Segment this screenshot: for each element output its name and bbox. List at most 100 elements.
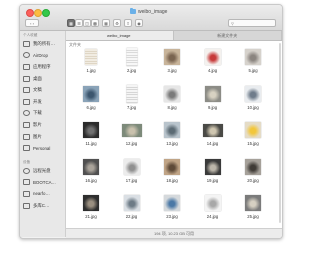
close-button[interactable] bbox=[26, 9, 34, 17]
file-item[interactable]: 23.jpg bbox=[152, 193, 192, 223]
file-item[interactable]: 3.jpg bbox=[152, 47, 192, 77]
file-item[interactable]: 22.jpg bbox=[112, 193, 152, 223]
sidebar-item-personal[interactable]: Personal bbox=[20, 142, 65, 154]
image-thumbnail-icon bbox=[164, 158, 180, 175]
search-field[interactable]: ⚲ bbox=[228, 19, 276, 27]
file-item[interactable]: 25.jpg bbox=[233, 193, 273, 223]
chevron-right-icon: › bbox=[32, 20, 34, 26]
file-item[interactable]: 24.jpg bbox=[193, 193, 233, 223]
image-thumbnail-icon bbox=[204, 49, 221, 65]
coverflow-icon: ▩ bbox=[93, 20, 97, 26]
file-name: 24.jpg bbox=[206, 214, 219, 219]
file-item[interactable]: 5.jpg bbox=[233, 47, 273, 77]
arrange-icon: ▦ bbox=[104, 20, 108, 26]
sidebar-item-downloads[interactable]: 下载 bbox=[20, 108, 65, 120]
back-forward-button[interactable]: ‹ › bbox=[25, 19, 39, 27]
file-item[interactable]: 8.jpg bbox=[152, 84, 192, 114]
arrange-button[interactable]: ▦ bbox=[102, 19, 110, 27]
file-item[interactable]: 11.jpg bbox=[71, 120, 111, 150]
column-view-button[interactable]: ◫ bbox=[83, 19, 91, 27]
image-thumbnail-icon bbox=[126, 48, 137, 66]
grid-icon: ▦ bbox=[69, 20, 73, 26]
tag-icon: ◉ bbox=[137, 20, 141, 26]
devices-heading: 设备 bbox=[23, 159, 31, 164]
cover-flow-button[interactable]: ▩ bbox=[91, 19, 99, 27]
title-bar: weibo_image ‹ › ▦ ☰ ◫ ▩ ▦ ⚙ ⇧ ◉ ⚲ bbox=[20, 5, 282, 31]
file-item[interactable]: 7.jpg bbox=[112, 84, 152, 114]
sidebar: 个人收藏 我的所有… AirDrop 应用程序 桌面 文稿 开发 下载 影片 图… bbox=[20, 31, 66, 237]
file-item[interactable]: 2.jpg bbox=[112, 47, 152, 77]
columns-icon: ◫ bbox=[85, 20, 89, 26]
favorites-heading: 个人收藏 bbox=[23, 33, 38, 37]
file-item[interactable]: 4.jpg bbox=[193, 47, 233, 77]
sidebar-item-nearfolder[interactable]: nearfo… bbox=[20, 188, 65, 200]
image-thumbnail-icon bbox=[202, 124, 223, 137]
file-name: 21.jpg bbox=[85, 214, 97, 219]
image-thumbnail-icon bbox=[85, 49, 97, 65]
file-name: 8.jpg bbox=[167, 104, 177, 110]
window-title: weibo_image bbox=[130, 7, 167, 16]
file-item[interactable]: 19.jpg bbox=[193, 157, 233, 187]
file-item[interactable]: 21.jpg bbox=[71, 193, 111, 223]
sidebar-item-movies[interactable]: 影片 bbox=[20, 119, 65, 131]
image-thumbnail-icon bbox=[126, 84, 137, 103]
tab-new-folder[interactable]: 新建文件夹 bbox=[174, 31, 282, 40]
sidebar-item-remote-disc[interactable]: 远程光盘 bbox=[20, 165, 65, 177]
folder-icon bbox=[23, 145, 30, 152]
minimize-button[interactable] bbox=[34, 9, 42, 17]
file-name: 15.jpg bbox=[247, 141, 259, 146]
image-thumbnail-icon bbox=[83, 158, 99, 175]
file-item[interactable]: 15.jpg bbox=[233, 120, 273, 150]
file-name: 20.jpg bbox=[247, 177, 259, 183]
file-item[interactable]: 12.jpg bbox=[112, 120, 152, 150]
status-bar: 194 项, 10.23 GB 可用 bbox=[66, 228, 282, 238]
sidebar-item-all-files[interactable]: 我的所有… bbox=[20, 38, 65, 50]
sidebar-item-applications[interactable]: 应用程序 bbox=[20, 61, 65, 73]
image-thumbnail-icon bbox=[204, 195, 221, 211]
drive-icon bbox=[23, 179, 30, 186]
file-item[interactable]: 17.jpg bbox=[112, 157, 152, 187]
image-thumbnail-icon bbox=[123, 195, 140, 211]
file-item[interactable]: 1.jpg bbox=[71, 47, 111, 77]
file-item[interactable]: 13.jpg bbox=[152, 120, 192, 150]
sidebar-item-desktop[interactable]: 桌面 bbox=[20, 73, 65, 85]
list-view-button[interactable]: ☰ bbox=[75, 19, 83, 27]
zoom-button[interactable] bbox=[42, 9, 50, 17]
action-button[interactable]: ⚙ bbox=[113, 19, 121, 27]
file-item[interactable]: 9.jpg bbox=[193, 84, 233, 114]
downloads-icon bbox=[23, 110, 30, 117]
sidebar-item-bootcamp[interactable]: BOOTCA… bbox=[20, 177, 65, 189]
gear-icon: ⚙ bbox=[115, 20, 119, 26]
file-item[interactable]: 6.jpg bbox=[71, 84, 111, 114]
file-name: 12.jpg bbox=[125, 141, 138, 146]
file-name: 10.jpg bbox=[247, 104, 259, 110]
file-name: 3.jpg bbox=[167, 68, 177, 73]
tags-button[interactable]: ◉ bbox=[135, 19, 143, 27]
file-name: 6.jpg bbox=[86, 104, 96, 110]
file-name: 2.jpg bbox=[126, 68, 137, 73]
image-thumbnail-icon bbox=[245, 195, 261, 211]
finder-window: weibo_image ‹ › ▦ ☰ ◫ ▩ ▦ ⚙ ⇧ ◉ ⚲ weibo_… bbox=[19, 4, 283, 239]
file-item[interactable]: 20.jpg bbox=[233, 157, 273, 187]
share-button[interactable]: ⇧ bbox=[124, 19, 132, 27]
file-item[interactable]: 18.jpg bbox=[152, 157, 192, 187]
sidebar-item-library[interactable]: 多库C… bbox=[20, 200, 65, 212]
share-icon: ⇧ bbox=[126, 20, 130, 26]
documents-icon bbox=[23, 87, 30, 94]
image-thumbnail-icon bbox=[204, 158, 221, 175]
tab-weibo-image[interactable]: weibo_image bbox=[65, 31, 174, 40]
file-item[interactable]: 14.jpg bbox=[193, 120, 233, 150]
airdrop-icon bbox=[23, 52, 30, 59]
file-item[interactable]: 10.jpg bbox=[233, 84, 273, 114]
image-thumbnail-icon bbox=[204, 85, 221, 102]
pictures-icon bbox=[23, 133, 30, 140]
sidebar-item-documents[interactable]: 文稿 bbox=[20, 84, 65, 96]
sidebar-item-pictures[interactable]: 图片 bbox=[20, 131, 65, 143]
icon-view-button[interactable]: ▦ bbox=[67, 19, 75, 27]
sidebar-item-develop[interactable]: 开发 bbox=[20, 96, 65, 108]
vertical-scrollbar[interactable] bbox=[279, 43, 281, 223]
file-item[interactable]: 16.jpg bbox=[71, 157, 111, 187]
movies-icon bbox=[23, 121, 30, 128]
sidebar-item-airdrop[interactable]: AirDrop bbox=[20, 50, 65, 62]
file-name: 16.jpg bbox=[85, 177, 97, 183]
